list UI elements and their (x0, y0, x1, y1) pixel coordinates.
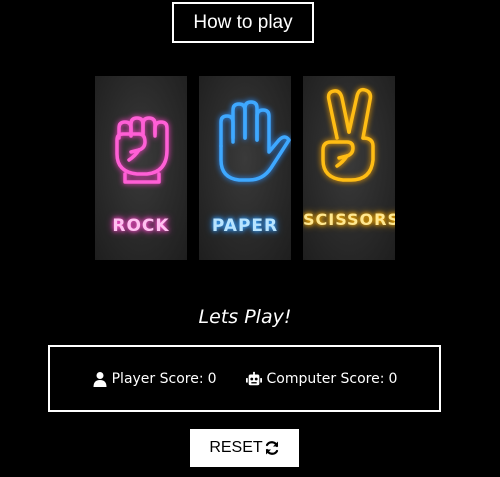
user-icon (93, 371, 107, 387)
player-score-value: 0 (207, 370, 217, 387)
scissors-choice-card[interactable]: SCISSORS (303, 76, 395, 260)
player-score: Player Score: 0 (92, 370, 217, 387)
reset-button[interactable]: RESET (190, 429, 299, 467)
computer-score: Computer Score: 0 (246, 371, 397, 387)
open-hand-icon (219, 100, 291, 182)
scissors-label: SCISSORS (303, 210, 395, 229)
reset-label: RESET (209, 439, 263, 456)
game-status-text: Lets Play! (198, 306, 292, 328)
scoreboard: Player Score: 0 Computer Score: 0 (48, 345, 441, 412)
how-to-play-button[interactable]: How to play (172, 2, 314, 43)
peace-hand-icon (321, 87, 375, 182)
refresh-icon (265, 441, 278, 455)
fist-icon (115, 116, 169, 184)
robot-icon (246, 371, 263, 385)
paper-label: PAPER (211, 216, 279, 236)
rock-label: ROCK (112, 216, 170, 236)
player-score-label: Player Score: (111, 370, 204, 387)
computer-score-value: 0 (388, 370, 398, 387)
computer-score-label: Computer Score: (266, 370, 385, 387)
rock-choice-card[interactable]: ROCK (95, 76, 187, 260)
paper-choice-card[interactable]: PAPER (199, 76, 291, 260)
